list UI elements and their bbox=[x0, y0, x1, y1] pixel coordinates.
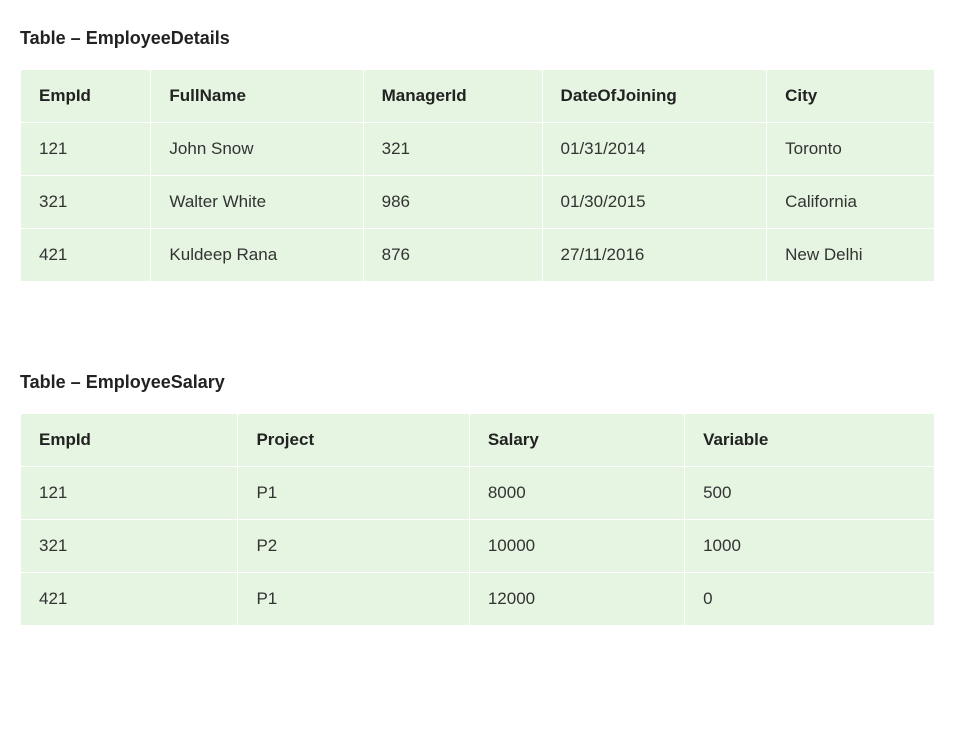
table-cell: 986 bbox=[363, 176, 542, 229]
column-header: Variable bbox=[685, 414, 935, 467]
table-row: 321 Walter White 986 01/30/2015 Californ… bbox=[21, 176, 935, 229]
table-cell: New Delhi bbox=[767, 229, 935, 282]
table-row: 121 John Snow 321 01/31/2014 Toronto bbox=[21, 123, 935, 176]
table-cell: 01/30/2015 bbox=[542, 176, 767, 229]
table-cell: 876 bbox=[363, 229, 542, 282]
table-cell: 500 bbox=[685, 467, 935, 520]
table-cell: 421 bbox=[21, 229, 151, 282]
table-cell: California bbox=[767, 176, 935, 229]
table-cell: Kuldeep Rana bbox=[151, 229, 363, 282]
table-cell: P2 bbox=[238, 520, 469, 573]
table-cell: Walter White bbox=[151, 176, 363, 229]
table-cell: 321 bbox=[363, 123, 542, 176]
table-cell: 10000 bbox=[469, 520, 684, 573]
table-cell: 8000 bbox=[469, 467, 684, 520]
column-header: City bbox=[767, 70, 935, 123]
table-employeedetails: EmpId FullName ManagerId DateOfJoining C… bbox=[20, 69, 935, 282]
column-header: Salary bbox=[469, 414, 684, 467]
column-header: ManagerId bbox=[363, 70, 542, 123]
table-employeesalary: EmpId Project Salary Variable 121 P1 800… bbox=[20, 413, 935, 626]
table-header-row: EmpId Project Salary Variable bbox=[21, 414, 935, 467]
table-cell: 321 bbox=[21, 176, 151, 229]
table-cell: 12000 bbox=[469, 573, 684, 626]
column-header: DateOfJoining bbox=[542, 70, 767, 123]
table-cell: 27/11/2016 bbox=[542, 229, 767, 282]
table-title-employeesalary: Table – EmployeeSalary bbox=[20, 372, 935, 393]
table-cell: P1 bbox=[238, 573, 469, 626]
table-title-employeedetails: Table – EmployeeDetails bbox=[20, 28, 935, 49]
column-header: Project bbox=[238, 414, 469, 467]
table-cell: P1 bbox=[238, 467, 469, 520]
table-row: 321 P2 10000 1000 bbox=[21, 520, 935, 573]
table-row: 421 P1 12000 0 bbox=[21, 573, 935, 626]
table-cell: Toronto bbox=[767, 123, 935, 176]
table-cell: 121 bbox=[21, 123, 151, 176]
column-header: EmpId bbox=[21, 414, 238, 467]
table-cell: 01/31/2014 bbox=[542, 123, 767, 176]
column-header: FullName bbox=[151, 70, 363, 123]
table-cell: 321 bbox=[21, 520, 238, 573]
table-cell: John Snow bbox=[151, 123, 363, 176]
table-header-row: EmpId FullName ManagerId DateOfJoining C… bbox=[21, 70, 935, 123]
table-cell: 421 bbox=[21, 573, 238, 626]
table-row: 421 Kuldeep Rana 876 27/11/2016 New Delh… bbox=[21, 229, 935, 282]
table-cell: 0 bbox=[685, 573, 935, 626]
table-row: 121 P1 8000 500 bbox=[21, 467, 935, 520]
table-cell: 121 bbox=[21, 467, 238, 520]
column-header: EmpId bbox=[21, 70, 151, 123]
table-cell: 1000 bbox=[685, 520, 935, 573]
